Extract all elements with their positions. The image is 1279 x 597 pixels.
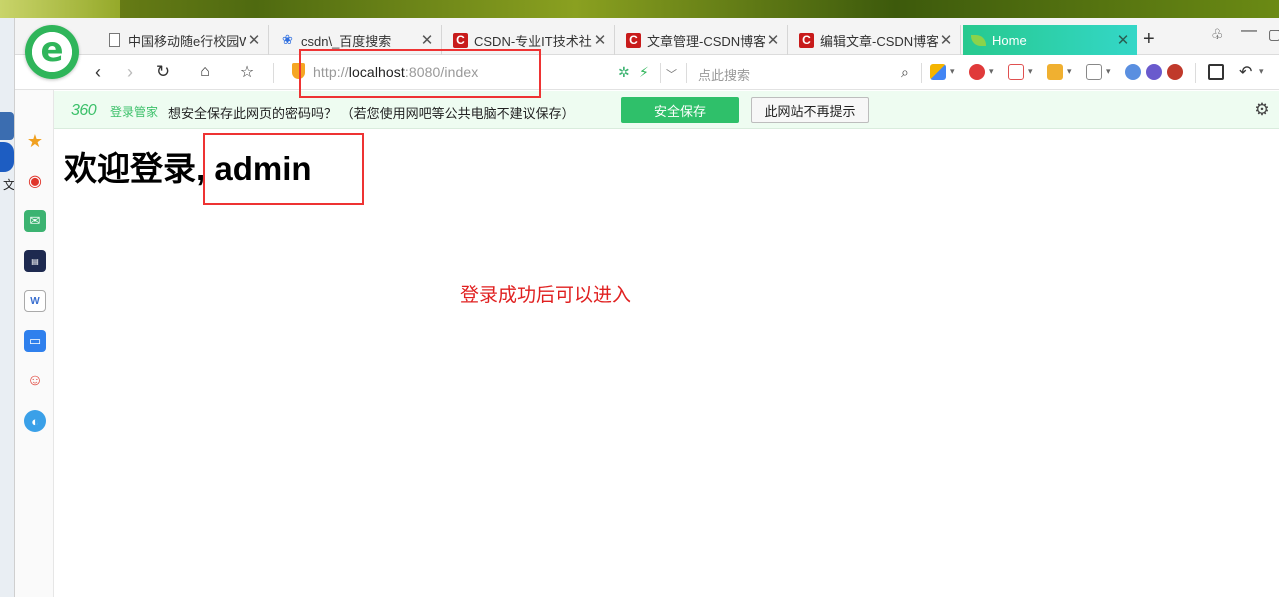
annotation-box-url (299, 49, 541, 98)
tab-label: Home (992, 32, 1027, 48)
close-icon[interactable]: ✕ (419, 31, 435, 49)
search-icon[interactable]: ⌕ (901, 64, 909, 81)
home-button[interactable]: ⌂ (193, 61, 217, 83)
tab-home[interactable]: Home ✕ (963, 25, 1137, 55)
weibo-icon[interactable]: ◉ (24, 170, 46, 192)
csdn-icon: C (799, 32, 814, 48)
close-icon[interactable]: ✕ (1115, 31, 1131, 49)
speed-mode-icon[interactable]: ✲ (618, 64, 630, 81)
left-sidebar: ★ ◉ ✉ ▤ W ▭ ☺ ◐ (15, 90, 54, 597)
chevron-down-icon[interactable]: ▾ (1259, 66, 1264, 77)
toolbar-divider (1195, 63, 1196, 83)
new-tab-button[interactable]: + (1143, 29, 1155, 49)
tv-icon[interactable]: ▭ (24, 330, 46, 352)
brand-logo: 360 (71, 102, 97, 119)
tab-label: csdn\_百度搜索 (301, 33, 392, 49)
tab-label: 中国移动随e行校园W (128, 33, 246, 49)
tab-bar: 中国移动随e行校园W ✕ ❀ csdn\_百度搜索 ✕ C CSDN-专业IT技… (15, 18, 1279, 55)
infobar-message: 想安全保存此网页的密码吗？ （若您使用网吧等公共电脑不建议保存） (168, 106, 575, 121)
gamepad-icon[interactable] (1086, 64, 1102, 80)
annotation-box-username (203, 133, 364, 205)
tab-label: 编辑文章-CSDN博客 (820, 33, 938, 49)
close-icon[interactable]: ✕ (592, 31, 608, 49)
adblock-icon[interactable] (1167, 64, 1183, 80)
chevron-down-icon[interactable]: ﹀ (666, 66, 677, 82)
toolbar-divider (660, 63, 661, 83)
search-input[interactable]: 点此搜索 (698, 65, 750, 84)
desktop-strip (0, 18, 14, 597)
clipboard-icon[interactable] (1208, 64, 1224, 80)
shirt-icon[interactable]: ♧ (1211, 26, 1224, 43)
csdn-icon: C (626, 32, 641, 48)
extension-r-icon[interactable] (1146, 64, 1162, 80)
password-infobar: 360 登录管家 想安全保存此网页的密码吗？ （若您使用网吧等公共电脑不建议保存… (15, 91, 1279, 129)
chevron-down-icon[interactable]: ▾ (1028, 66, 1033, 77)
minimize-button[interactable]: — (1241, 22, 1257, 40)
address-toolbar: ‹ › ↻ ⌂ ☆ http://localhost:8080/index ✲ … (15, 55, 1279, 90)
gear-icon[interactable]: ⚙ (1252, 100, 1272, 120)
toolbar-divider (686, 63, 687, 83)
brand-subtitle: 登录管家 (110, 105, 159, 119)
news-icon[interactable]: ▤ (24, 250, 46, 272)
apps-icon[interactable] (930, 64, 946, 80)
chevron-down-icon[interactable]: ▾ (1106, 66, 1111, 77)
translate-icon[interactable] (1008, 64, 1024, 80)
undo-icon[interactable]: ↶ (1239, 62, 1252, 82)
baidu-paw-icon: ❀ (282, 32, 293, 47)
desktop-browser-icon[interactable] (0, 142, 14, 172)
chevron-down-icon[interactable]: ▾ (1067, 66, 1072, 77)
browser-window: 中国移动随e行校园W ✕ ❀ csdn\_百度搜索 ✕ C CSDN-专业IT技… (14, 18, 1279, 597)
tab-label: 文章管理-CSDN博客 (647, 33, 765, 49)
maximize-button[interactable]: ▢ (1268, 26, 1279, 43)
page-icon (107, 33, 122, 48)
toolbar-divider (273, 63, 274, 83)
tab-csdn-edit[interactable]: C 编辑文章-CSDN博客 ✕ (791, 25, 961, 55)
chevron-down-icon[interactable]: ▾ (950, 66, 955, 77)
save-password-button[interactable]: 安全保存 (621, 97, 739, 123)
tab-label: CSDN-专业IT技术社区 (474, 33, 592, 49)
lightning-icon[interactable]: ⚡ (639, 64, 649, 81)
forward-button[interactable]: › (118, 61, 142, 83)
never-prompt-button[interactable]: 此网站不再提示 (751, 97, 869, 123)
desktop-wallpaper-left (0, 0, 120, 18)
mail-icon[interactable]: ✉ (24, 210, 46, 232)
money-icon[interactable] (969, 64, 985, 80)
document-icon[interactable]: W (24, 290, 46, 312)
game-controller-icon[interactable]: ☺ (24, 370, 46, 392)
browser-logo[interactable]: e (25, 25, 79, 79)
login-notice: 登录成功后可以进入 (460, 285, 632, 306)
weather-icon[interactable]: ◐ (24, 410, 46, 432)
desktop-app-icon[interactable] (0, 112, 14, 140)
leaf-icon (971, 33, 986, 48)
csdn-icon: C (453, 32, 468, 48)
tab-csdn-articles[interactable]: C 文章管理-CSDN博客 ✕ (618, 25, 788, 55)
close-icon[interactable]: ✕ (938, 31, 954, 49)
close-icon[interactable]: ✕ (765, 31, 781, 49)
chevron-down-icon[interactable]: ▾ (989, 66, 994, 77)
tab-campus[interactable]: 中国移动随e行校园W ✕ (99, 25, 269, 55)
toolbar-divider (921, 63, 922, 83)
magnifier-icon[interactable] (1125, 64, 1141, 80)
bookmark-star-button[interactable]: ☆ (235, 61, 259, 83)
close-icon[interactable]: ✕ (246, 31, 262, 49)
favorites-star-icon[interactable]: ★ (24, 130, 46, 152)
reload-button[interactable]: ↻ (151, 61, 175, 83)
desktop-wallpaper (0, 0, 1279, 18)
back-button[interactable]: ‹ (86, 61, 110, 83)
screenshot-icon[interactable] (1047, 64, 1063, 80)
